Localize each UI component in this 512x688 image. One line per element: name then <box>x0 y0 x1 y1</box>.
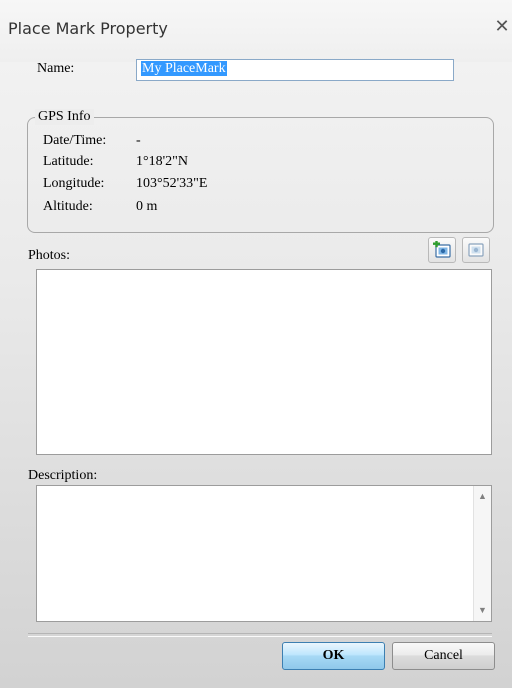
photos-label: Photos: <box>28 248 71 263</box>
longitude-label: Longitude: <box>43 176 105 191</box>
latitude-value: 1°18'2"N <box>136 154 188 169</box>
ok-button[interactable]: OK <box>282 642 385 670</box>
description-label: Description: <box>28 468 98 483</box>
remove-photo-icon <box>468 243 484 257</box>
name-input-value: My PlaceMark <box>141 61 227 76</box>
add-photo-button[interactable] <box>428 237 456 263</box>
scroll-down-icon[interactable]: ▼ <box>474 602 491 619</box>
name-label: Name: <box>37 61 75 76</box>
remove-photo-button[interactable] <box>462 237 490 263</box>
cancel-button[interactable]: Cancel <box>392 642 495 670</box>
photos-list[interactable] <box>36 269 492 455</box>
altitude-value: 0 m <box>136 199 158 214</box>
name-input[interactable]: My PlaceMark <box>136 59 454 81</box>
datetime-value: - <box>136 133 141 148</box>
title-bar: Place Mark Property ✕ <box>0 0 512 62</box>
dialog-title: Place Mark Property <box>8 19 168 38</box>
datetime-label: Date/Time: <box>43 133 107 148</box>
latitude-label: Latitude: <box>43 154 94 169</box>
gps-info-legend: GPS Info <box>35 109 94 125</box>
description-scrollbar[interactable]: ▲ ▼ <box>473 486 491 621</box>
place-mark-dialog: Place Mark Property ✕ Name: My PlaceMark… <box>0 0 512 688</box>
altitude-label: Altitude: <box>43 199 93 214</box>
longitude-value: 103°52'33"E <box>136 176 208 191</box>
scroll-up-icon[interactable]: ▲ <box>474 488 491 505</box>
add-photo-icon <box>433 241 451 258</box>
description-textarea[interactable]: ▲ ▼ <box>36 485 492 622</box>
close-icon[interactable]: ✕ <box>492 16 512 38</box>
button-separator <box>28 633 492 637</box>
